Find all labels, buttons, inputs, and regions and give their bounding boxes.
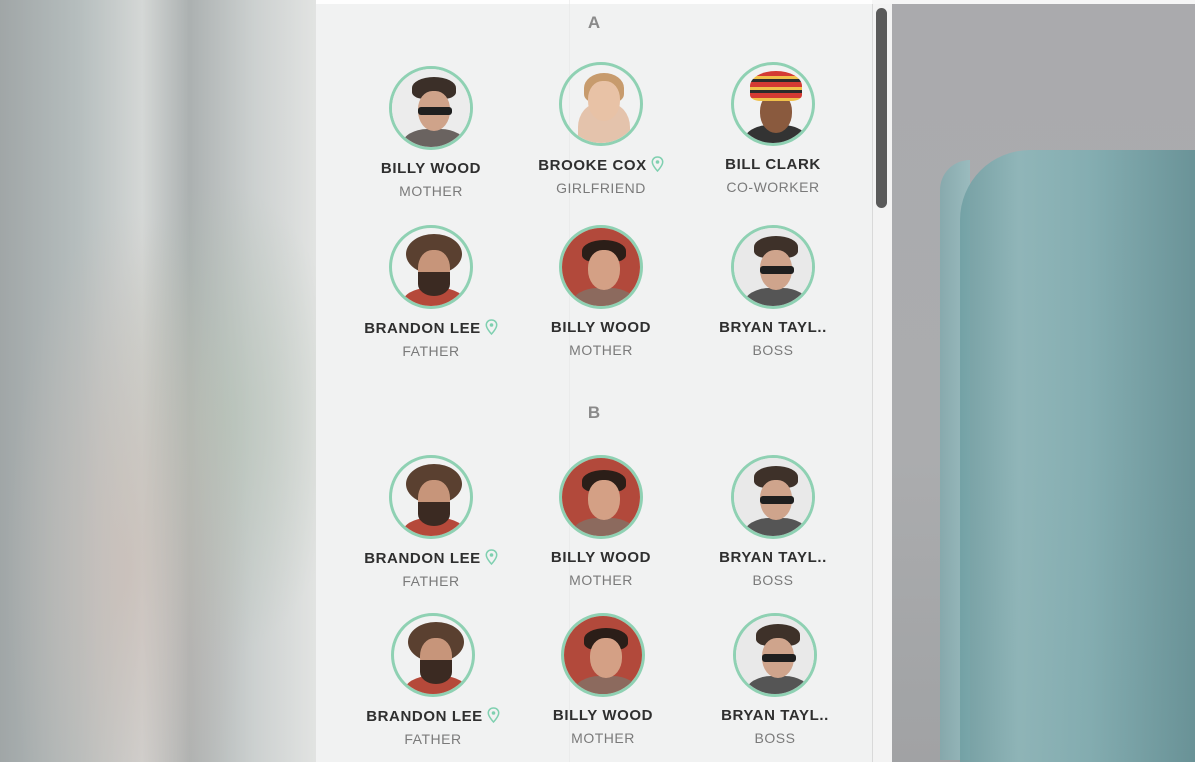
contact-name: BILLY WOOD — [515, 319, 687, 336]
contact-avatar[interactable] — [561, 613, 645, 697]
contact-avatar[interactable] — [733, 613, 817, 697]
contact-avatar[interactable] — [731, 62, 815, 146]
contact-name: BILLY WOOD — [517, 707, 689, 724]
contact-name: BROOKE COX — [515, 156, 687, 174]
contact-name: BRYAN TAYL.. — [689, 707, 861, 724]
contact-relation: GIRLFRIEND — [556, 180, 646, 196]
location-pin-icon — [485, 549, 498, 566]
contact-avatar[interactable] — [559, 62, 643, 146]
contact-name: BRANDON LEE — [345, 319, 517, 337]
contact-card[interactable]: BRYAN TAYL.. BOSS — [687, 455, 859, 588]
contact-name-text: BRANDON LEE — [364, 320, 481, 337]
background-photo-left — [0, 0, 316, 762]
contact-name-text: BILL CLARK — [725, 156, 821, 173]
contact-name-text: BRANDON LEE — [366, 708, 483, 725]
contact-name-text: BRYAN TAYL.. — [721, 707, 829, 724]
contact-avatar[interactable] — [389, 225, 473, 309]
contact-card[interactable]: BRANDON LEE FATHER — [347, 613, 519, 747]
contact-name: BILLY WOOD — [345, 160, 517, 177]
contact-relation: CO-WORKER — [726, 179, 820, 195]
contact-card[interactable]: BILL CLARK CO-WORKER — [687, 62, 859, 195]
contact-card[interactable]: BRYAN TAYL.. BOSS — [687, 225, 859, 358]
contact-relation: BOSS — [752, 572, 794, 588]
contact-name: BILLY WOOD — [515, 549, 687, 566]
contact-name-text: BRANDON LEE — [364, 550, 481, 567]
contact-name: BILL CLARK — [687, 156, 859, 173]
contact-name-text: BROOKE COX — [538, 157, 647, 174]
contact-avatar[interactable] — [731, 455, 815, 539]
contact-name: BRYAN TAYL.. — [687, 319, 859, 336]
contact-card[interactable]: BRANDON LEE FATHER — [345, 225, 517, 359]
contact-avatar[interactable] — [391, 613, 475, 697]
scrollbar-thumb[interactable] — [876, 8, 887, 208]
contact-card[interactable]: BRYAN TAYL.. BOSS — [689, 613, 861, 746]
contact-name: BRANDON LEE — [345, 549, 517, 567]
contact-relation: BOSS — [754, 730, 796, 746]
contact-name-text: BILLY WOOD — [380, 160, 482, 177]
contact-avatar[interactable] — [731, 225, 815, 309]
contact-card[interactable]: BRANDON LEE FATHER — [345, 455, 517, 589]
section-letter: A — [587, 13, 601, 32]
contact-relation: FATHER — [402, 573, 460, 589]
contact-name-text: BILLY WOOD — [550, 319, 652, 336]
contact-avatar[interactable] — [559, 225, 643, 309]
contact-name-text: BILLY WOOD — [550, 549, 652, 566]
contact-avatar[interactable] — [559, 455, 643, 539]
contact-card[interactable]: BILLY WOOD MOTHER — [517, 613, 689, 746]
contact-relation: FATHER — [402, 343, 460, 359]
contact-name: BRYAN TAYL.. — [687, 549, 859, 566]
contact-avatar[interactable] — [389, 455, 473, 539]
contact-card[interactable]: BILLY WOOD MOTHER — [345, 66, 517, 199]
contact-card[interactable]: BROOKE COX GIRLFRIEND — [515, 62, 687, 196]
contact-card[interactable]: BILLY WOOD MOTHER — [515, 455, 687, 588]
contact-relation: MOTHER — [399, 183, 463, 199]
location-pin-icon — [487, 707, 500, 724]
contact-avatar[interactable] — [389, 66, 473, 150]
mailbox-image-body — [960, 150, 1195, 762]
contact-name: BRANDON LEE — [347, 707, 519, 725]
contact-relation: MOTHER — [571, 730, 635, 746]
contact-name-text: BILLY WOOD — [552, 707, 654, 724]
location-pin-icon — [651, 156, 664, 173]
location-pin-icon — [485, 319, 498, 336]
contact-relation: BOSS — [752, 342, 794, 358]
section-letter: B — [587, 403, 601, 422]
contact-relation: MOTHER — [569, 342, 633, 358]
contact-relation: FATHER — [404, 731, 462, 747]
contact-name-text: BRYAN TAYL.. — [719, 319, 827, 336]
contact-relation: MOTHER — [569, 572, 633, 588]
contact-list-panel[interactable]: A BILLY WOOD MOTHER BROOKE COX GIRLFRIEND BIL… — [316, 0, 872, 762]
contact-name-text: BRYAN TAYL.. — [719, 549, 827, 566]
contact-card[interactable]: BILLY WOOD MOTHER — [515, 225, 687, 358]
